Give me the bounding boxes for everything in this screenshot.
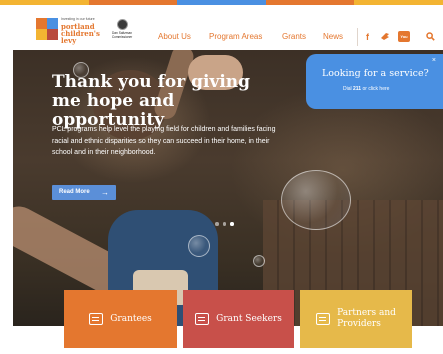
service-number: 211 bbox=[353, 86, 362, 92]
site-header: Investing in our future portland childre… bbox=[0, 5, 443, 50]
carousel-dot-active[interactable] bbox=[230, 222, 234, 226]
service-callout-title: Looking for a service? bbox=[322, 68, 429, 79]
card-grantees[interactable]: Grantees bbox=[64, 290, 177, 348]
card-label-line: Partners and bbox=[337, 308, 396, 318]
category-cards: Grantees Grant Seekers Partners and Provi… bbox=[0, 290, 443, 354]
youtube-icon[interactable]: You Tube bbox=[398, 31, 410, 50]
nav-news[interactable]: News bbox=[323, 32, 343, 41]
site-logo[interactable]: Investing in our future portland childre… bbox=[36, 17, 100, 45]
close-icon[interactable]: × bbox=[432, 57, 436, 64]
card-label-line: Grant Seekers bbox=[216, 313, 282, 324]
carousel-dot[interactable] bbox=[222, 222, 226, 226]
twitter-icon[interactable] bbox=[380, 32, 390, 43]
bubble-graphic bbox=[281, 170, 351, 230]
nav-grants[interactable]: Grants bbox=[282, 32, 306, 41]
read-more-button[interactable]: Read More → bbox=[52, 185, 116, 200]
logo-mark-icon bbox=[36, 18, 58, 40]
card-label-line-2: Providers bbox=[337, 319, 381, 329]
nav-program-areas[interactable]: Program Areas bbox=[209, 32, 262, 41]
card-label: Grantees bbox=[110, 314, 152, 325]
handshake-icon bbox=[316, 313, 331, 325]
bubble-graphic bbox=[253, 255, 265, 267]
logo-name-line: levy bbox=[61, 35, 77, 45]
facebook-icon[interactable]: f bbox=[366, 32, 369, 42]
carousel-dots bbox=[215, 222, 234, 226]
document-icon bbox=[89, 313, 104, 325]
hero-description: PCL programs help level the playing fiel… bbox=[52, 126, 276, 156]
card-label: Partners and Providers bbox=[337, 308, 396, 330]
card-partners-providers[interactable]: Partners and Providers bbox=[300, 290, 412, 348]
commissioner-badge: Dan Saltzman Commissioner bbox=[110, 19, 134, 40]
card-label-line: Grantees bbox=[110, 313, 152, 324]
bubble-graphic bbox=[188, 235, 210, 257]
service-callout[interactable]: × Looking for a service? Dial 211 or cli… bbox=[306, 54, 443, 109]
city-seal-icon bbox=[116, 19, 128, 30]
hand-icon bbox=[195, 313, 210, 325]
commissioner-title: Commissioner bbox=[111, 34, 133, 39]
subtitle-pre: Dial bbox=[343, 86, 354, 92]
subtitle-post: or click here bbox=[361, 86, 390, 92]
logo-text: Investing in our future portland childre… bbox=[61, 17, 100, 45]
carousel-dot[interactable] bbox=[215, 222, 219, 226]
read-more-label: Read More bbox=[59, 189, 90, 195]
card-label: Grant Seekers bbox=[216, 314, 282, 325]
search-icon[interactable] bbox=[426, 32, 435, 43]
nav-divider bbox=[357, 28, 358, 46]
card-grant-seekers[interactable]: Grant Seekers bbox=[183, 290, 294, 348]
hero-title: Thank you for giving me hope and opportu… bbox=[52, 72, 251, 130]
nav-about-us[interactable]: About Us bbox=[158, 32, 191, 41]
logo-tagline: Investing in our future bbox=[61, 17, 95, 21]
arrow-right-icon: → bbox=[101, 188, 109, 197]
service-callout-subtitle: Dial 211 or click here bbox=[343, 86, 389, 92]
